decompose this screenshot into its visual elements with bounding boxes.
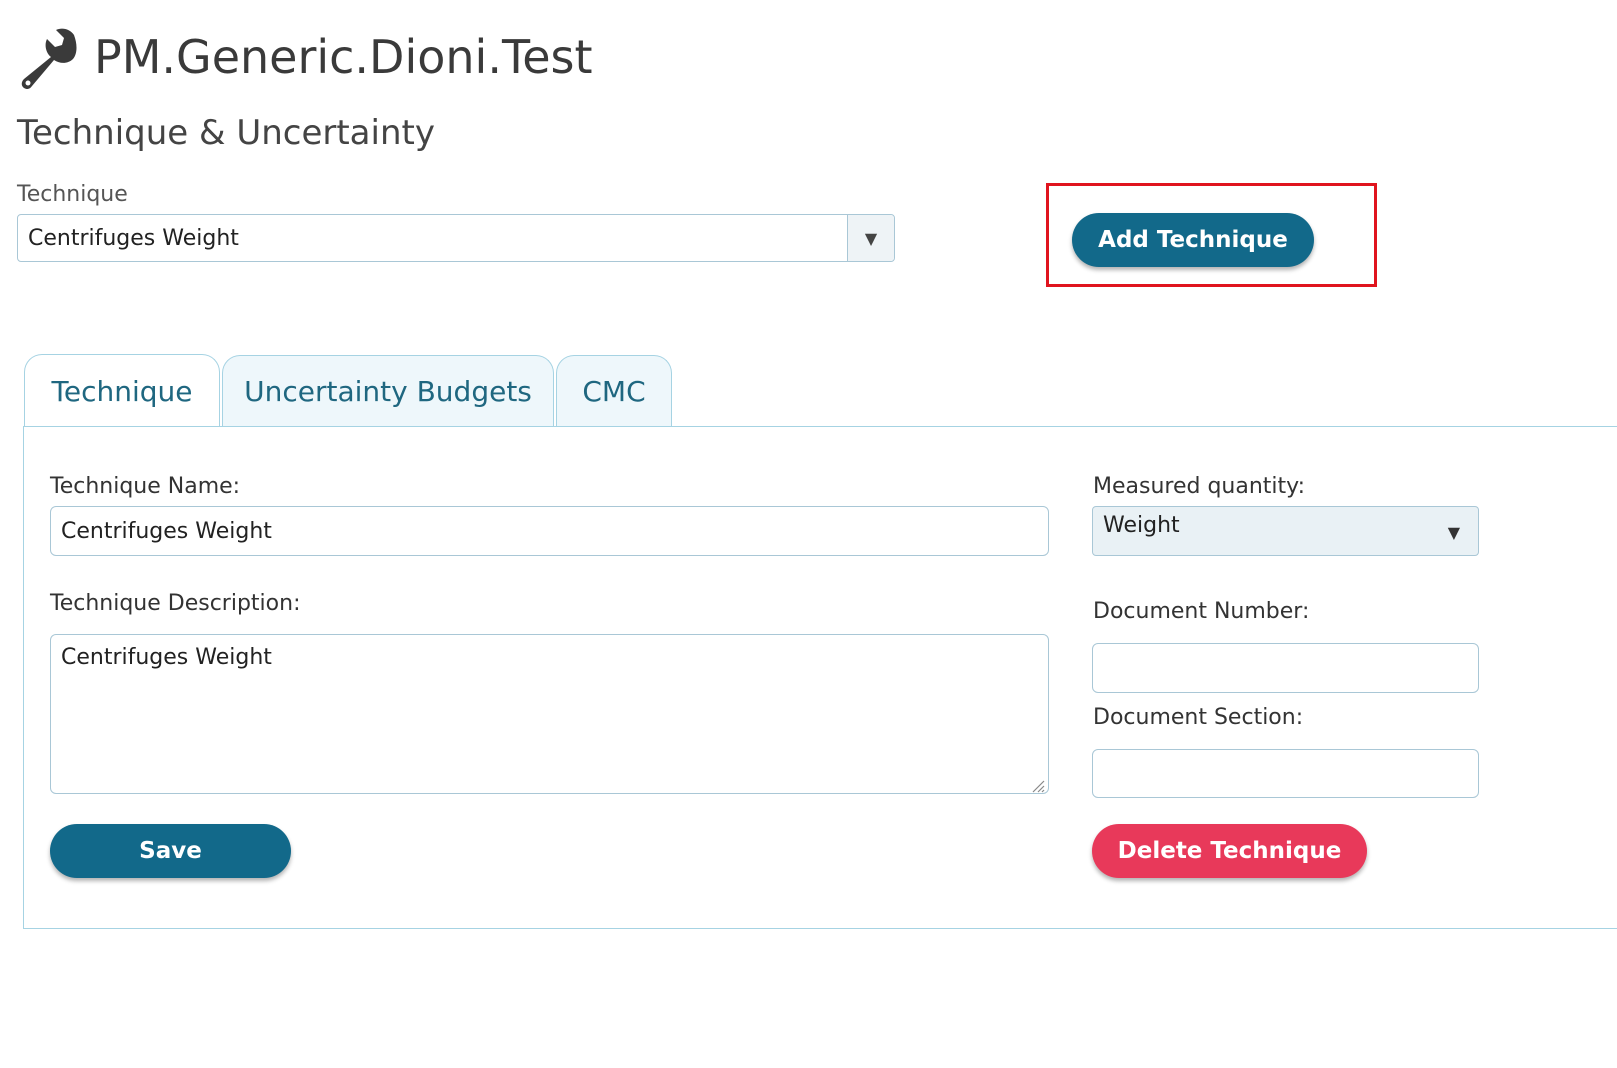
document-number-input[interactable] [1092,643,1479,693]
measured-quantity-label: Measured quantity: [1093,474,1305,499]
dropdown-arrow-icon: ▼ [1447,523,1460,542]
section-title: Technique & Uncertainty [17,113,435,153]
technique-description-value: Centrifuges Weight [61,645,272,670]
delete-technique-button[interactable]: Delete Technique [1092,824,1367,878]
tab-technique[interactable]: Technique [24,354,220,427]
tab-cmc[interactable]: CMC [556,355,672,427]
document-section-label: Document Section: [1093,705,1304,730]
dropdown-arrow-icon[interactable]: ▼ [847,215,894,261]
document-number-label: Document Number: [1093,599,1310,624]
technique-select-value: Centrifuges Weight [28,225,239,251]
tab-uncertainty-budgets[interactable]: Uncertainty Budgets [222,355,554,427]
technique-select-label: Technique [17,182,128,207]
technique-description-label: Technique Description: [50,591,301,616]
technique-name-input[interactable]: Centrifuges Weight [50,506,1049,556]
technique-select[interactable]: Centrifuges Weight ▼ [17,214,895,262]
save-button[interactable]: Save [50,824,291,878]
tab-bar: Technique Uncertainty Budgets CMC [24,354,674,427]
document-section-input[interactable] [1092,749,1479,798]
technique-description-textarea[interactable]: Centrifuges Weight [50,634,1049,794]
measured-quantity-select[interactable]: Weight ▼ [1092,506,1479,556]
add-technique-button[interactable]: Add Technique [1072,213,1314,267]
page-title: PM.Generic.Dioni.Test [94,30,593,84]
technique-name-label: Technique Name: [50,474,241,499]
measured-quantity-value: Weight [1103,513,1180,538]
resize-grip-icon[interactable] [1029,774,1045,793]
wrench-icon [16,25,80,90]
page-header: PM.Generic.Dioni.Test [16,22,593,92]
